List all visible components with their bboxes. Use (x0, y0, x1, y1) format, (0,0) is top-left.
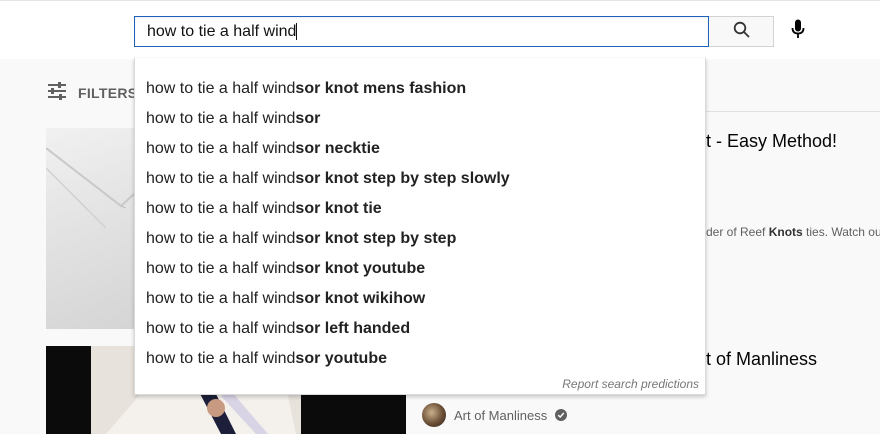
suggestion-completion: sor knot tie (295, 200, 382, 217)
suggestion-completion: sor youtube (295, 350, 387, 367)
suggestion-completion: sor (295, 110, 321, 127)
description-text-end: ties. Watch our (802, 225, 880, 239)
search-button[interactable] (709, 16, 774, 47)
avatar[interactable] (422, 403, 446, 427)
suggestion-item[interactable]: how to tie a half windsor necktie (135, 134, 705, 164)
filters-icon (46, 81, 68, 106)
video-title-1[interactable]: t - Easy Method! (706, 131, 837, 152)
suggestion-typed: how to tie a half wind (146, 230, 296, 247)
description-highlight: Knots (768, 225, 803, 239)
suggestion-completion: sor knot wikihow (295, 290, 426, 307)
suggestion-item[interactable]: how to tie a half windsor knot step by s… (135, 164, 705, 194)
video-description-1: der of Reef Knots ties. Watch our (706, 225, 880, 239)
channel-info[interactable]: Art of Manliness (422, 403, 568, 427)
suggestion-completion: sor left handed (295, 320, 411, 337)
search-box[interactable] (134, 16, 709, 47)
suggestion-list: how to tie a half windsor knot mens fash… (135, 74, 705, 374)
suggestion-typed: how to tie a half wind (146, 290, 296, 307)
suggestion-completion: sor necktie (295, 140, 380, 157)
suggestion-typed: how to tie a half wind (146, 350, 296, 367)
suggestion-item[interactable]: how to tie a half windsor knot youtube (135, 254, 705, 284)
channel-name[interactable]: Art of Manliness (454, 408, 547, 423)
suggestion-typed: how to tie a half wind (146, 140, 296, 157)
suggestion-completion: sor knot step by step (295, 230, 457, 247)
suggestion-item[interactable]: how to tie a half windsor left handed (135, 314, 705, 344)
microphone-icon (791, 19, 805, 44)
suggestion-typed: how to tie a half wind (146, 110, 296, 127)
suggestion-typed: how to tie a half wind (146, 80, 296, 97)
suggestion-item[interactable]: how to tie a half windsor youtube (135, 344, 705, 374)
suggestion-completion: sor knot step by step slowly (295, 170, 510, 187)
suggestion-item[interactable]: how to tie a half windsor (135, 104, 705, 134)
search-suggestions-dropdown: how to tie a half windsor knot mens fash… (134, 58, 706, 395)
suggestion-completion: sor knot youtube (295, 260, 426, 277)
suggestion-item[interactable]: how to tie a half windsor knot tie (135, 194, 705, 224)
shirt-collar-graphic (46, 147, 146, 229)
search-input[interactable] (147, 22, 697, 42)
suggestion-typed: how to tie a half wind (146, 200, 296, 217)
filters-label: FILTERS (78, 85, 138, 101)
video-title-2[interactable]: t of Manliness (706, 349, 817, 370)
suggestion-item[interactable]: how to tie a half windsor knot mens fash… (135, 74, 705, 104)
video-thumbnail-1[interactable] (46, 128, 146, 329)
suggestion-item[interactable]: how to tie a half windsor knot wikihow (135, 284, 705, 314)
filters-button[interactable]: FILTERS (46, 81, 138, 106)
suggestion-item[interactable]: how to tie a half windsor knot step by s… (135, 224, 705, 254)
voice-search-button[interactable] (784, 16, 812, 47)
report-predictions-link[interactable]: Report search predictions (562, 377, 699, 391)
suggestion-typed: how to tie a half wind (146, 260, 296, 277)
results-divider (706, 111, 880, 112)
text-caret (296, 23, 297, 40)
verified-check-icon (555, 409, 568, 421)
description-text: der of Reef (706, 225, 769, 239)
suggestion-typed: how to tie a half wind (146, 170, 296, 187)
top-bar (0, 0, 880, 59)
search-icon (733, 21, 750, 43)
suggestion-completion: sor knot mens fashion (295, 80, 467, 97)
suggestion-typed: how to tie a half wind (146, 320, 296, 337)
